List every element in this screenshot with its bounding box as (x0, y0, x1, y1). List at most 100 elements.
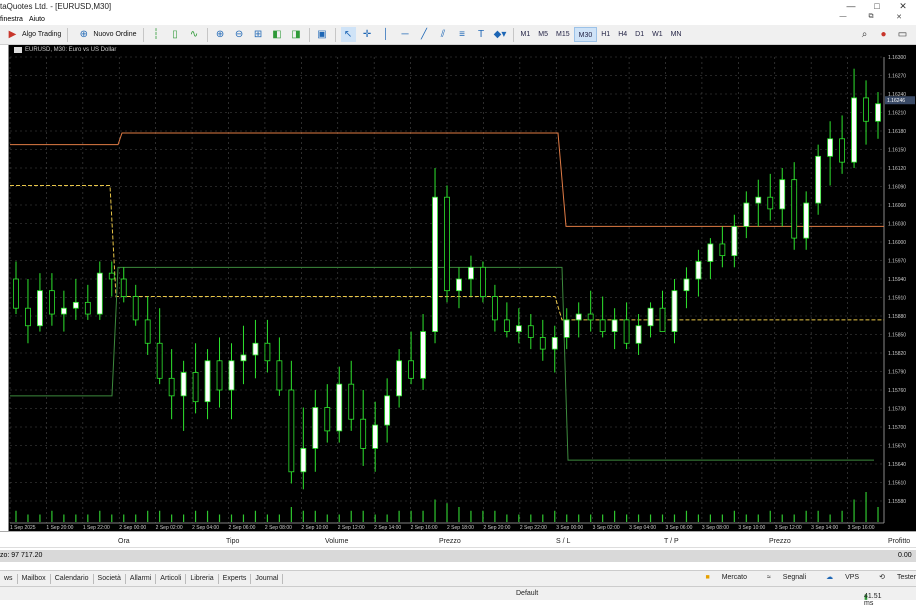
bear-candle (265, 343, 270, 361)
tab-societa[interactable]: Società (94, 574, 126, 584)
menu-item-finestra[interactable]: finestra (0, 16, 29, 23)
price-chart[interactable]: 1.163001.162701.162401.162101.161801.161… (0, 45, 916, 531)
toolbar-separator (67, 28, 68, 42)
col-sl[interactable]: S / L (556, 538, 570, 545)
tab-mailbox[interactable]: Mailbox (18, 574, 51, 584)
mdi-close-button[interactable]: ✕ (888, 13, 916, 21)
vps-button[interactable]: ☁ VPS (816, 573, 859, 581)
col-volume[interactable]: Volume (325, 538, 348, 545)
col-prezzo[interactable]: Prezzo (439, 538, 461, 545)
col-tp[interactable]: T / P (664, 538, 679, 545)
bear-candle (624, 320, 629, 343)
tab-experts[interactable]: Experts (219, 574, 252, 584)
bear-candle (193, 372, 198, 401)
bull-candle (684, 279, 689, 291)
notifications-icon[interactable]: ● (876, 27, 891, 42)
toolbar-right: ⌕ ● ▭ (855, 27, 912, 42)
bear-candle (25, 308, 30, 326)
toolbar-separator (207, 28, 208, 42)
tab-allarmi[interactable]: Allarmi (126, 574, 156, 584)
tester-button[interactable]: ⟲ Tester (869, 573, 916, 581)
close-button[interactable]: ✕ (890, 0, 916, 12)
price-tick-label: 1.16180 (888, 129, 906, 135)
vertical-line-icon[interactable]: │ (379, 27, 394, 42)
timeframe-mn[interactable]: MN (667, 27, 686, 42)
bear-candle (277, 361, 282, 390)
col-ora[interactable]: Ora (118, 538, 130, 545)
zoom-in-icon[interactable]: ⊕ (213, 27, 228, 42)
text-icon[interactable]: T (474, 27, 489, 42)
timeframe-m1[interactable]: M1 (517, 27, 535, 42)
mdi-minimize-button[interactable]: — (832, 13, 860, 21)
bull-candle (696, 261, 701, 279)
tab-calendario[interactable]: Calendario (51, 574, 94, 584)
chart-shift-icon[interactable]: ◨ (289, 27, 304, 42)
col-tipo[interactable]: Tipo (226, 538, 239, 545)
bear-candle (792, 180, 797, 238)
menu-item-aiuto[interactable]: Aiuto (29, 16, 51, 23)
col-profitto[interactable]: Profitto (888, 538, 910, 545)
bear-candle (217, 361, 222, 390)
mdi-restore-button[interactable]: ⧉ (860, 13, 888, 21)
tab-articoli[interactable]: Articoli (156, 574, 186, 584)
templates-icon[interactable]: ▣ (315, 27, 330, 42)
chart-window[interactable]: 1.163001.162701.162401.162101.161801.161… (0, 45, 916, 531)
minimize-button[interactable]: — (838, 0, 864, 12)
bull-candle (708, 244, 713, 262)
search-icon[interactable]: ⌕ (857, 27, 872, 42)
new-order-icon: ⊕ (76, 27, 91, 42)
timeframe-m30[interactable]: M30 (574, 27, 598, 42)
algo-trading-button[interactable]: ▶Algo Trading (0, 27, 64, 43)
signals-button[interactable]: ≈ Segnali (757, 574, 806, 581)
trade-panel: Ora Tipo Volume Prezzo S / L T / P Prezz… (0, 531, 916, 568)
market-button[interactable]: ■ Mercato (696, 574, 747, 581)
tab-libreria[interactable]: Libreria (186, 574, 218, 584)
bear-candle (409, 361, 414, 379)
equidistant-channel-icon[interactable]: ⫽ (436, 27, 451, 42)
maximize-button[interactable]: □ (864, 0, 890, 12)
bear-candle (157, 343, 162, 378)
bear-candle (49, 291, 54, 314)
timeframe-h4[interactable]: H4 (614, 27, 631, 42)
fibonacci-icon[interactable]: ≡ (455, 27, 470, 42)
current-price-label: 1.16246 (887, 98, 905, 104)
bull-candle (648, 308, 653, 326)
timeframe-w1[interactable]: W1 (648, 27, 667, 42)
bull-candle (337, 384, 342, 431)
bull-candle (576, 314, 581, 320)
price-tick-label: 1.16030 (888, 222, 906, 228)
timeframe-d1[interactable]: D1 (631, 27, 648, 42)
trendline-icon[interactable]: ╱ (417, 27, 432, 42)
timeframe-h1[interactable]: H1 (597, 27, 614, 42)
account-icon[interactable]: ▭ (895, 27, 910, 42)
zoom-out-icon[interactable]: ⊖ (232, 27, 247, 42)
bear-candle (13, 279, 18, 308)
bull-candle (373, 425, 378, 448)
bull-candle (385, 396, 390, 425)
new-order-button[interactable]: ⊕Nuovo Ordine (71, 27, 139, 43)
vps-icon: ☁ (826, 574, 833, 581)
line-chart-icon[interactable]: ∿ (187, 27, 202, 42)
horizontal-line-icon[interactable]: ─ (398, 27, 413, 42)
shapes-icon[interactable]: ◆▾ (493, 27, 508, 42)
bull-candle (852, 98, 857, 162)
price-tick-label: 1.15580 (888, 499, 906, 505)
window-controls: — □ ✕ (838, 0, 916, 12)
crosshair-icon[interactable]: ✛ (360, 27, 375, 42)
bear-candle (145, 320, 150, 343)
auto-scroll-icon[interactable]: ◧ (270, 27, 285, 42)
bull-candle (313, 408, 318, 449)
bear-candle (588, 314, 593, 320)
tab-journal[interactable]: Journal (251, 574, 283, 584)
candlestick-icon[interactable]: ▯ (168, 27, 183, 42)
tile-windows-icon[interactable]: ⊞ (251, 27, 266, 42)
timeframe-m5[interactable]: M5 (534, 27, 552, 42)
price-tick-label: 1.16090 (888, 185, 906, 191)
col-prezzo-current[interactable]: Prezzo (769, 538, 791, 545)
bear-candle (864, 98, 869, 121)
cursor-icon[interactable]: ↖ (341, 27, 356, 42)
tab-news[interactable]: ws (0, 574, 18, 584)
bar-chart-icon[interactable]: ┆ (149, 27, 164, 42)
tester-icon: ⟲ (879, 574, 885, 581)
timeframe-m15[interactable]: M15 (552, 27, 574, 42)
